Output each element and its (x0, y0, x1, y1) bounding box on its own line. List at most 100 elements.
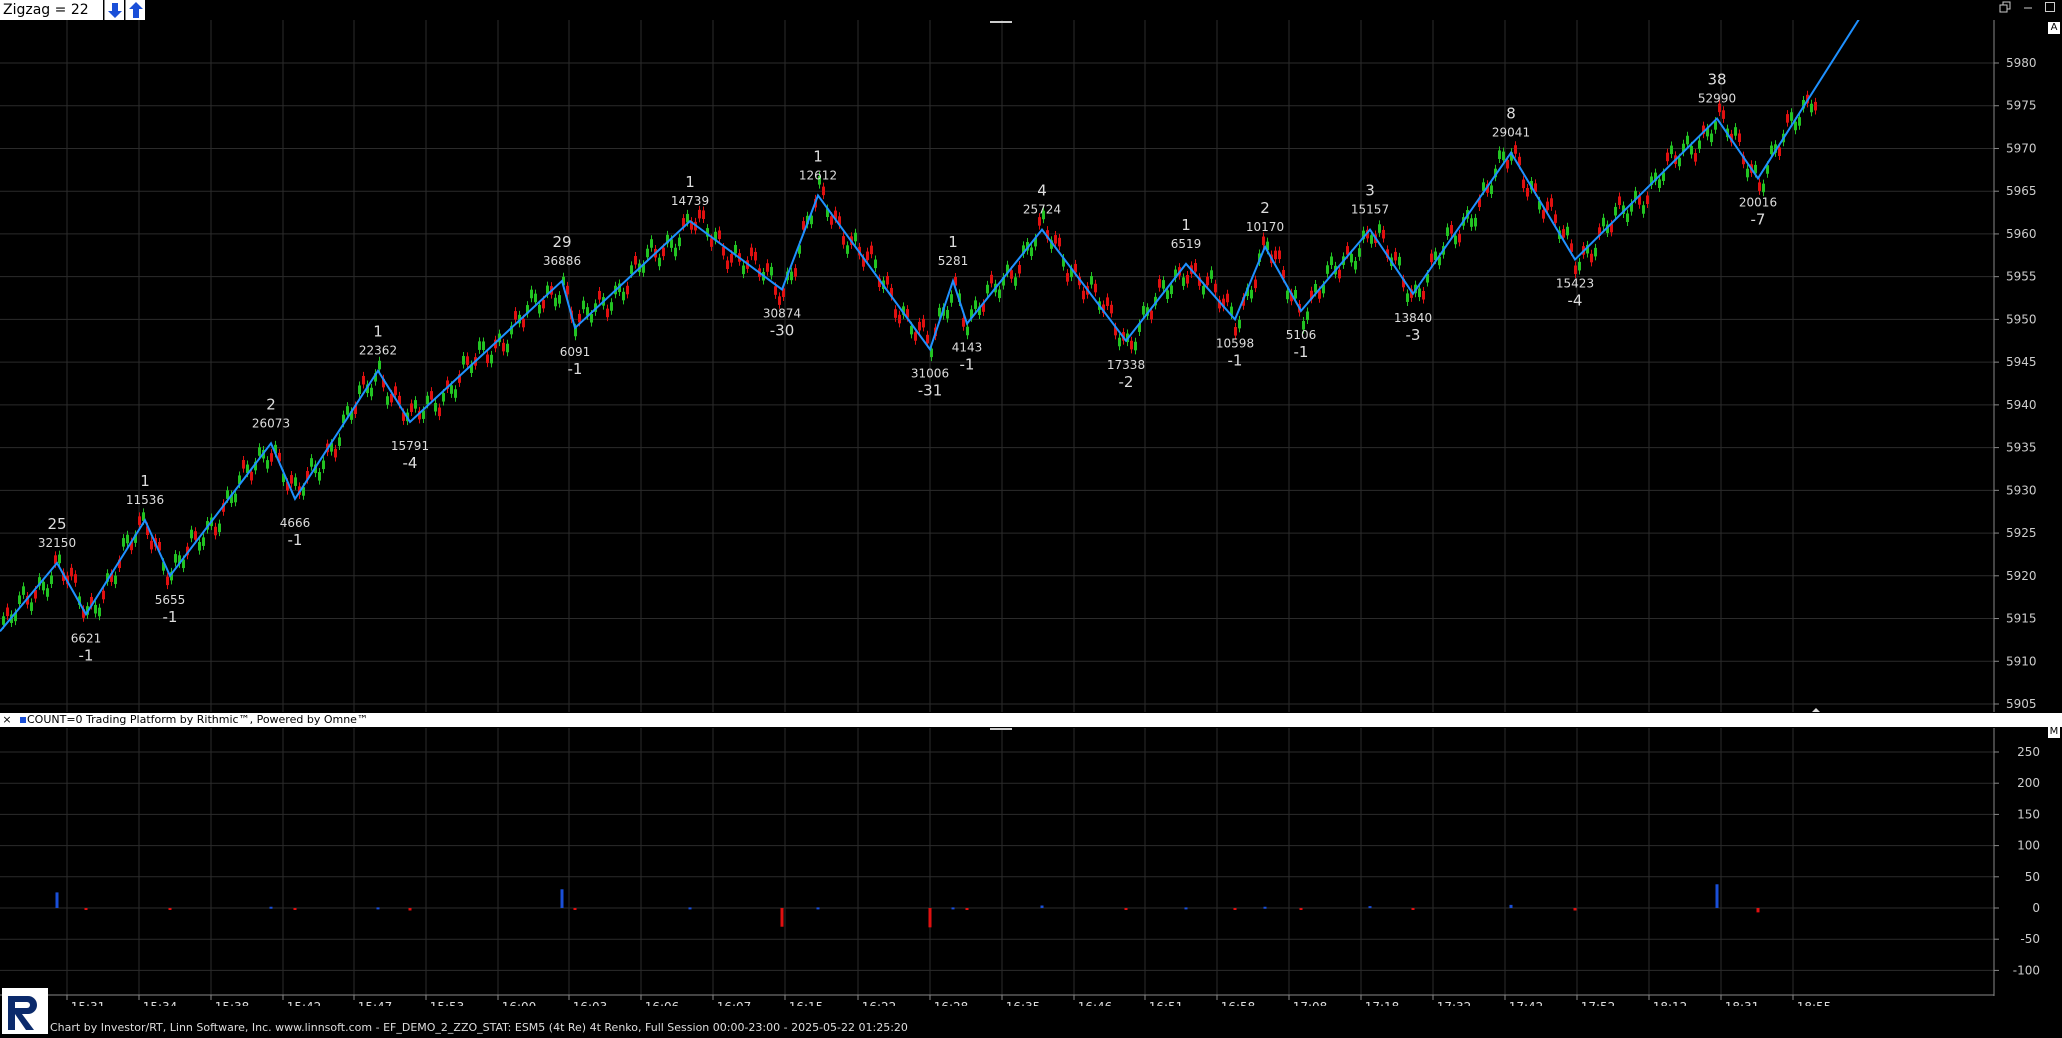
renko-bar (1646, 195, 1649, 205)
pivot-count-label: 2 (266, 395, 276, 413)
renko-bar (1354, 260, 1357, 270)
pivot-count-label: -2 (1119, 373, 1134, 391)
renko-bar (150, 540, 153, 550)
count-bar (376, 907, 380, 910)
minimize-button[interactable] (2018, 0, 2038, 18)
renko-bar (1506, 159, 1509, 169)
renko-bar (1522, 179, 1525, 189)
count-tick-label: -100 (2013, 963, 2040, 977)
pane-resize-handle[interactable] (990, 21, 1012, 23)
count-bar (408, 908, 412, 911)
count-chart[interactable]: 250 200 150 100 50 0 -50 -100 15:3115:3415:3815… (0, 728, 2062, 1006)
pivot-count-label: 1 (140, 472, 150, 490)
renko-bar (1038, 217, 1041, 226)
renko-bar (94, 604, 97, 614)
renko-bar (1406, 293, 1409, 302)
renko-bar (1090, 276, 1093, 285)
renko-bar (730, 254, 733, 263)
close-pane-icon[interactable]: × (2, 713, 12, 727)
price-chart[interactable]: 25321506621-11115365655-12260734666-1122… (0, 20, 2062, 712)
pane-resize-handle-2[interactable] (990, 728, 1012, 730)
count-bar (1299, 908, 1303, 910)
renko-bar (482, 341, 485, 351)
renko-bar (582, 300, 585, 310)
pivot-volume-label: 32150 (38, 536, 76, 550)
renko-bar (1810, 103, 1813, 113)
renko-bar (1566, 226, 1569, 236)
renko-bar (1130, 340, 1133, 350)
count-tick-label: 250 (2017, 745, 2040, 759)
count-axis[interactable]: 250 200 150 100 50 0 -50 -100 (1994, 745, 2040, 977)
renko-bar (1030, 247, 1033, 257)
renko-bar (1666, 152, 1669, 162)
renko-bar (1794, 121, 1797, 131)
renko-bar (822, 186, 825, 196)
count-bar (269, 906, 273, 909)
maximize-button[interactable] (2040, 0, 2060, 18)
renko-bar (1066, 273, 1069, 282)
price-axis[interactable]: 5980 5975 5970 5965 5960 5955 5950 5945 5940 5935… (1994, 56, 2037, 711)
renko-bar (30, 602, 33, 611)
renko-bar (1498, 150, 1501, 159)
renko-bar (1202, 285, 1205, 295)
renko-bar (58, 554, 61, 564)
renko-bar (190, 529, 193, 539)
scroll-up-button[interactable] (125, 0, 145, 20)
renko-bar (450, 385, 453, 394)
pivot-volume-label: 12612 (799, 168, 837, 182)
renko-bar (650, 239, 653, 248)
renko-bar (1350, 253, 1353, 263)
renko-bar (842, 236, 845, 245)
renko-bar (1166, 290, 1169, 299)
count-bar (951, 907, 955, 910)
renko-bar (318, 472, 321, 481)
pivot-volume-label: 52990 (1698, 92, 1736, 106)
renko-bar (478, 341, 481, 350)
count-bar (1756, 908, 1760, 913)
renko-bar (710, 238, 713, 247)
pivot-volume-label: 14739 (671, 194, 709, 208)
scroll-down-button[interactable] (104, 0, 124, 20)
renko-bar (370, 387, 373, 397)
renko-bar (1194, 263, 1197, 272)
renko-bar (790, 271, 793, 281)
pivot-volume-label: 5106 (1286, 328, 1317, 342)
series-color-swatch (20, 717, 26, 723)
renko-bar (1150, 310, 1153, 320)
pivot-volume-label: 10170 (1246, 220, 1284, 234)
renko-bar (294, 477, 297, 486)
renko-bar (626, 285, 629, 295)
renko-bar (386, 396, 389, 405)
pivot-count-label: 1 (813, 147, 823, 165)
renko-bar (1250, 289, 1253, 299)
renko-bar (926, 334, 929, 344)
pivot-volume-label: 11536 (126, 493, 164, 507)
price-pane-button[interactable]: A (2048, 22, 2060, 34)
renko-bar (658, 257, 661, 267)
indicator-title[interactable]: Zigzag = 22 ticks (0, 0, 103, 38)
pivot-count-label: -4 (1568, 292, 1583, 310)
count-bar (1411, 908, 1415, 910)
renko-bar (918, 321, 921, 331)
renko-bar (1058, 237, 1061, 247)
renko-bar (2, 616, 5, 625)
count-bar (780, 908, 784, 927)
pivot-volume-label: 36886 (543, 254, 581, 268)
count-tick-label: 100 (2017, 839, 2040, 853)
renko-bar (1226, 293, 1229, 303)
volume-pane-button[interactable]: M (2048, 726, 2060, 738)
renko-bar (1274, 250, 1277, 260)
renko-bar (598, 290, 601, 300)
pivot-count-label: 29 (552, 233, 571, 251)
restore-button[interactable] (1995, 0, 2015, 18)
time-axis[interactable]: 15:3115:3415:3815:4215:4715:5316:0016:03… (66, 995, 1831, 1006)
count-bar (1233, 908, 1237, 910)
count-bar (55, 892, 59, 908)
renko-bar (1514, 145, 1517, 154)
renko-bar (514, 311, 517, 320)
count-bar (1124, 908, 1128, 910)
count-tick-label: -50 (2020, 932, 2040, 946)
chart-toolbar: Zigzag = 22 ticks (0, 0, 2062, 38)
renko-bar (1158, 279, 1161, 288)
renko-bar (1578, 261, 1581, 271)
